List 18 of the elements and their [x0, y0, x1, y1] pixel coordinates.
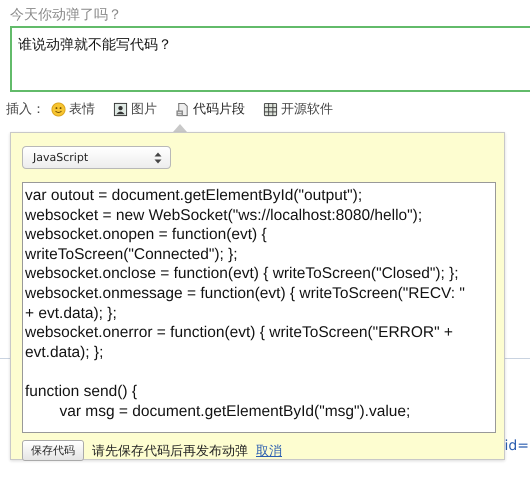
- insert-label: 插入：: [6, 101, 45, 118]
- insert-item[interactable]: 图片: [111, 99, 159, 119]
- insert-item[interactable]: 开源软件: [261, 99, 335, 119]
- grid-icon: [263, 102, 278, 116]
- link-fragment[interactable]: id=: [504, 438, 529, 454]
- picture-icon: [113, 102, 128, 116]
- prompt-label: 今天你动弹了吗？: [10, 6, 123, 25]
- hint-text: 请先保存代码后再发布动弹: [92, 442, 248, 460]
- language-select[interactable]: JavaScript: [22, 146, 171, 169]
- code-file-icon: [175, 102, 190, 116]
- insert-item[interactable]: 代码片段: [173, 99, 247, 119]
- smiley-icon: [51, 102, 66, 116]
- updown-arrows-icon: [154, 152, 162, 164]
- code-editor[interactable]: var outout = document.getElementById("output"); websocket = new WebSocket("ws://localhost:8080/hello"); websocket.onopen = function(evt) { writeToScreen("Connected"); }; websocket.onclose = function(evt) { writeToScreen("Closed"); }; websocket.onmessage = function(evt) { writeToScreen("RECV: " + evt.data); }; websocket.onerror = function(evt) { writeToScreen("ERROR" + evt.data); }; function send() { var msg = document.getElementById("msg").value;: [22, 182, 496, 433]
- save-code-button[interactable]: 保存代码: [22, 440, 84, 461]
- post-input[interactable]: 谁说动弹就不能写代码？: [10, 26, 530, 92]
- insert-item[interactable]: 表情: [49, 99, 97, 119]
- cancel-link[interactable]: 取消: [256, 442, 282, 460]
